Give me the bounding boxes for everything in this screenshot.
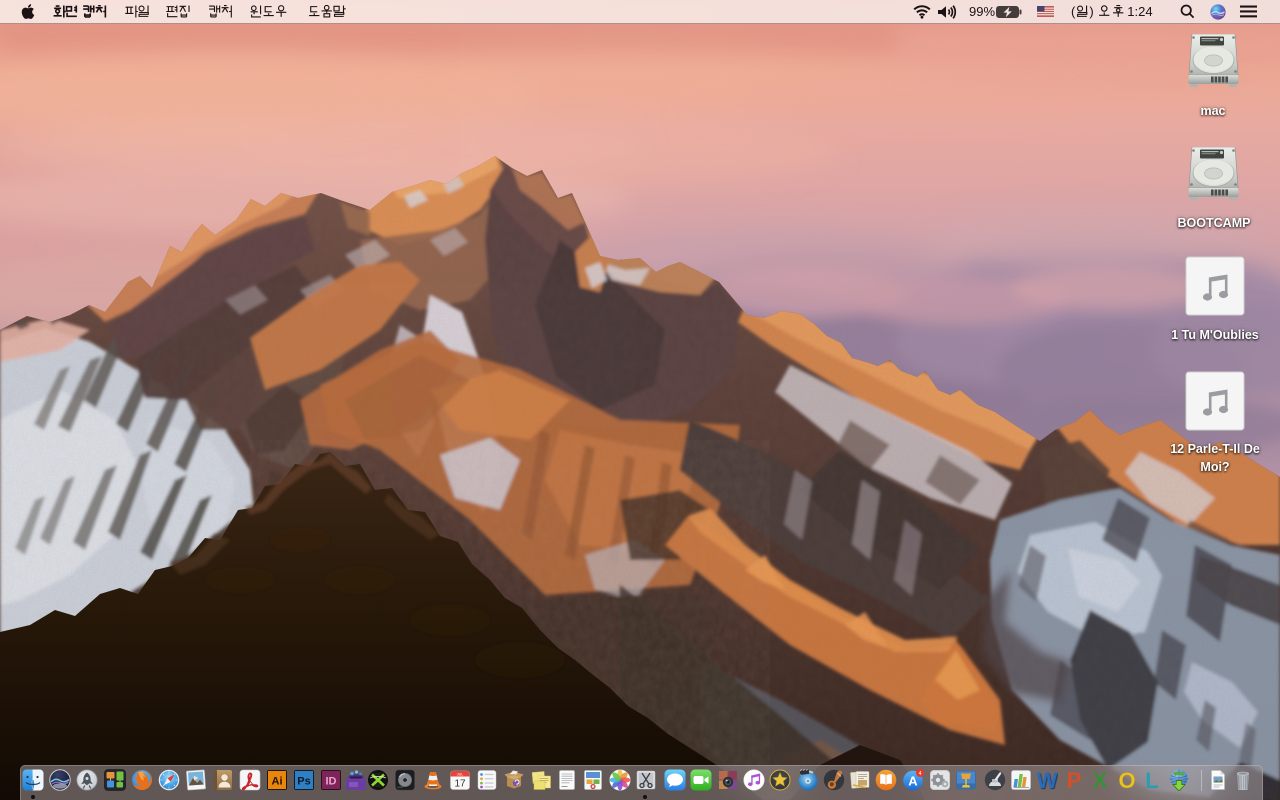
svg-text:A: A [908,774,918,789]
svg-text:Ps: Ps [297,776,310,788]
svg-text:W: W [1037,769,1058,791]
svg-text:ID: ID [325,776,336,788]
svg-text:JUL: JUL [457,773,463,777]
svg-text:Ai: Ai [271,776,282,788]
svg-text:4: 4 [918,771,921,777]
svg-text:O: O [1118,769,1135,791]
svg-text:17: 17 [454,779,466,790]
svg-text:L: L [1145,769,1158,791]
svg-text:P: P [1066,769,1081,791]
svg-text:X: X [1092,769,1107,791]
